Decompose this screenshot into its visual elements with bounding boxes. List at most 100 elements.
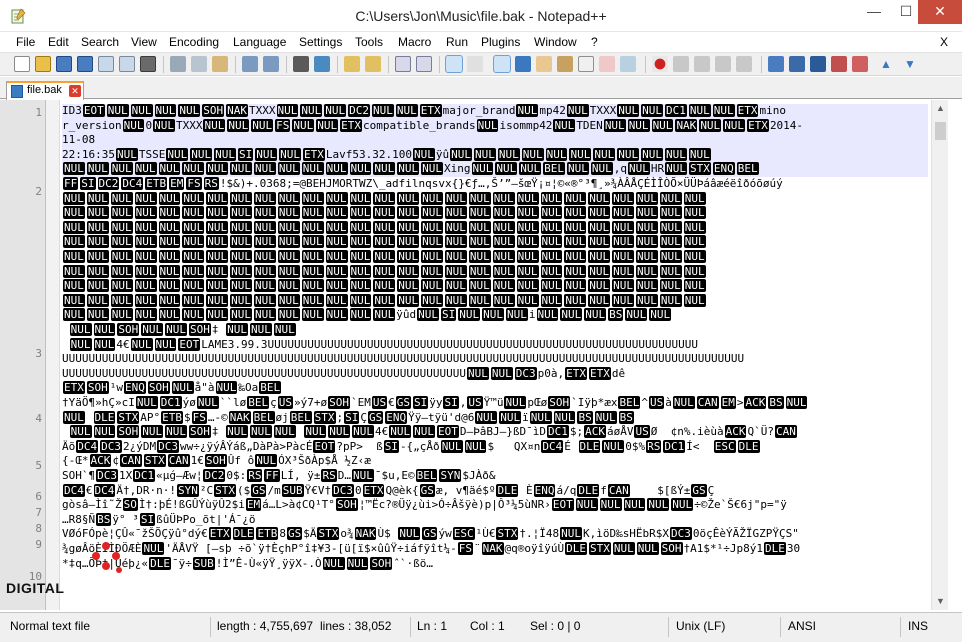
scroll-down-icon[interactable]: ▼ bbox=[932, 593, 949, 610]
minimize-button[interactable]: — bbox=[858, 0, 890, 24]
code-line[interactable]: 22:16:35 NUL TSSE NUL NUL NUL SI NUL NUL ETX Lavf5… bbox=[62, 147, 928, 163]
undo-icon[interactable] bbox=[242, 56, 258, 72]
code-line[interactable]: NUL NUL SOH NUL NUL SOH ‡ NUL NUL NUL NUL NUL NUL 4… bbox=[62, 425, 928, 440]
plugin-c-icon[interactable] bbox=[810, 56, 826, 72]
menu-edit[interactable]: Edit bbox=[48, 35, 69, 49]
save-macro-icon[interactable] bbox=[736, 56, 752, 72]
code-line[interactable]: r_version NUL 0 NUL TXXX NUL NUL NUL FS NUL NUL ETX… bbox=[62, 118, 928, 134]
scroll-thumb[interactable] bbox=[935, 122, 946, 140]
stop-macro-icon[interactable] bbox=[673, 56, 689, 72]
code-line[interactable]: 11-08 bbox=[62, 133, 928, 148]
code-line[interactable]: NUL NUL NUL NUL NUL NUL NUL NUL NUL NUL NUL NUL NUL N… bbox=[62, 220, 928, 236]
function-list-icon[interactable] bbox=[557, 56, 573, 72]
close-document-button[interactable]: X bbox=[940, 35, 948, 49]
code-line[interactable]: VØóFÓpè¦ÇÛ«¯žŠÕÇÿû°dý€ ETX DLE ETB 8 GS $Ä STX o… bbox=[62, 527, 928, 542]
monitoring-icon[interactable] bbox=[599, 56, 615, 72]
replace-icon[interactable] bbox=[314, 56, 330, 72]
zoom-in-icon[interactable] bbox=[344, 56, 360, 72]
save-icon[interactable] bbox=[56, 56, 72, 72]
menu-window[interactable]: Window bbox=[534, 35, 577, 49]
tab-close-icon[interactable]: ✕ bbox=[69, 85, 81, 97]
code-line[interactable]: NUL NUL NUL NUL NUL NUL NUL NUL NUL NUL NUL NUL NUL N… bbox=[62, 264, 928, 280]
code-line[interactable]: ETX SOH ¹w ENQ SOH NUL å"à NUL ‰Oa BEL bbox=[62, 381, 928, 396]
code-line[interactable]: NUL NUL 4€ NUL NUL EOT LAME3.99.3UUUUUUUUUUUUU… bbox=[62, 337, 928, 353]
plugin-b-icon[interactable] bbox=[789, 56, 805, 72]
fold-margin[interactable] bbox=[46, 100, 60, 610]
arrow-down-icon[interactable]: ▼ bbox=[902, 56, 918, 72]
play-macro-icon[interactable] bbox=[694, 56, 710, 72]
menu-run[interactable]: Run bbox=[446, 35, 468, 49]
scroll-up-icon[interactable]: ▲ bbox=[932, 100, 949, 117]
menu-plugins[interactable]: Plugins bbox=[481, 35, 520, 49]
code-line[interactable]: ID3 EOT NUL NUL NUL NUL SOH NAK TXXX NUL NUL NUL DC2… bbox=[62, 104, 928, 119]
zoom-out-icon[interactable] bbox=[365, 56, 381, 72]
code-line[interactable]: NUL DLE STX AP° ETB $ FS …-© NAK BEL øj BEL STX; SI Ç… bbox=[62, 410, 928, 426]
indent-guide-icon[interactable] bbox=[493, 55, 511, 73]
close-all-icon[interactable] bbox=[119, 56, 135, 72]
code-line[interactable]: gòsâ—Ìî˜Ž SO Ì†:þÉ!ßGÛÝùÿÛ2$i EM á…L>à¢CQ¹T°… bbox=[62, 498, 928, 513]
record-macro-icon[interactable] bbox=[652, 56, 668, 72]
sync-horizontal-icon[interactable] bbox=[416, 56, 432, 72]
doc-map-icon[interactable] bbox=[536, 56, 552, 72]
menu-tools[interactable]: Tools bbox=[355, 35, 383, 49]
menu-settings[interactable]: Settings bbox=[299, 35, 342, 49]
code-line[interactable]: NUL NUL NUL NUL NUL NUL NUL NUL NUL NUL NUL NUL NUL N… bbox=[62, 308, 928, 323]
code-line[interactable]: *‡q…ÕÞ‡|Ûéþ¿«DLE¯ÿ÷SUB!Ì”Ê-Ù«ÿŸ¸ÿÿX-.ÒNU… bbox=[62, 556, 928, 572]
code-line[interactable]: †YäÖ¶»hÇ»cI NUL DC1 ýø NUL ``lø BEL ç US »ý7+ø SOH… bbox=[62, 396, 928, 411]
menu-view[interactable]: View bbox=[131, 35, 157, 49]
code-line[interactable]: DC4 € DC4 Ä†,DR·n·! SYN ²C STX ($ GS/m SUB Ÿ€V† DC3… bbox=[62, 483, 928, 499]
new-file-icon[interactable] bbox=[14, 56, 30, 72]
menu-help[interactable]: ? bbox=[591, 35, 598, 49]
menu-macro[interactable]: Macro bbox=[398, 35, 431, 49]
code-line[interactable]: NUL NUL NUL NUL NUL NUL NUL NUL NUL NUL NUL NUL NUL N… bbox=[62, 279, 928, 294]
word-wrap-icon[interactable] bbox=[445, 55, 463, 73]
code-line[interactable]: NUL NUL SOH NUL NUL SOH ‡ NUL NUL NUL bbox=[62, 323, 928, 338]
code-line[interactable]: SOH`¶ DC3 1X DC1 «µǵ–Æw¦ DC2 0$: RS FF LÍ, ÿ± RS D…… bbox=[62, 469, 928, 484]
code-line[interactable]: NUL NUL NUL NUL NUL NUL NUL NUL NUL NUL NUL NUL NUL N… bbox=[62, 206, 928, 221]
watermark-text: DIGITAL bbox=[6, 580, 65, 596]
plugin-d-icon[interactable] bbox=[831, 56, 847, 72]
menu-search[interactable]: Search bbox=[81, 35, 119, 49]
cut-icon[interactable] bbox=[170, 56, 186, 72]
code-line[interactable]: NUL NUL NUL NUL NUL NUL NUL NUL NUL NUL NUL NUL NUL N… bbox=[62, 250, 928, 265]
show-all-chars-icon[interactable] bbox=[467, 56, 483, 72]
paste-icon[interactable] bbox=[212, 56, 228, 72]
folder-workspace-icon[interactable] bbox=[578, 56, 594, 72]
code-line[interactable]: NUL NUL NUL NUL NUL NUL NUL NUL NUL NUL NUL NUL NUL N… bbox=[62, 293, 928, 309]
text-area[interactable]: ID3 EOT NUL NUL NUL NUL SOH NAK TXXX NUL NUL NUL DC2… bbox=[62, 104, 928, 610]
close-window-button[interactable]: ✕ bbox=[918, 0, 962, 24]
control-char: SOH bbox=[189, 323, 211, 336]
find-icon[interactable] bbox=[293, 56, 309, 72]
run-macro-multiple-icon[interactable] bbox=[715, 56, 731, 72]
vertical-scrollbar[interactable]: ▲ ▼ bbox=[931, 100, 948, 610]
redo-icon[interactable] bbox=[263, 56, 279, 72]
tab-file-bak[interactable]: file.bak ✕ bbox=[6, 81, 84, 100]
copy-icon[interactable] bbox=[191, 56, 207, 72]
open-folder-icon[interactable] bbox=[35, 56, 51, 72]
eye-icon[interactable] bbox=[620, 56, 636, 72]
code-line[interactable]: NUL NUL NUL NUL NUL NUL NUL NUL NUL NUL NUL NUL NUL N… bbox=[62, 162, 928, 177]
editor[interactable]: 1 2 3 4 5 6 7 8 9 10 ID3 EOT NUL NUL NUL NUL S… bbox=[0, 100, 962, 610]
code-line[interactable]: FF SI DC2 DC4 ETB EM FS RS !$&)+.0368;=@BEHJMORT… bbox=[62, 177, 928, 192]
menu-file[interactable]: File bbox=[16, 35, 35, 49]
sync-vertical-icon[interactable] bbox=[395, 56, 411, 72]
code-line[interactable]: {-Œ* ACK ¢ CAN STX CAN 1€ SOH Ûf ô NUL ÓX³ŠðÀp$Å ½… bbox=[62, 454, 928, 469]
code-line[interactable]: UUUUUUUUUUUUUUUUUUUUUUUUUUUUUUUUUUUUUUUU… bbox=[62, 366, 928, 382]
menu-language[interactable]: Language bbox=[233, 35, 286, 49]
code-line[interactable]: …R8§Ñ BS ÿ° ³ SI ßûÜÞPo_õt|'Á¯¿ö bbox=[62, 512, 928, 528]
user-language-icon[interactable] bbox=[515, 56, 531, 72]
code-line[interactable]: UUUUUUUUUUUUUUUUUUUUUUUUUUUUUUUUUUUUUUUU… bbox=[62, 352, 928, 367]
print-icon[interactable] bbox=[140, 56, 156, 72]
code-line[interactable]: NUL NUL NUL NUL NUL NUL NUL NUL NUL NUL NUL NUL NUL N… bbox=[62, 191, 928, 207]
code-line[interactable]: NUL NUL NUL NUL NUL NUL NUL NUL NUL NUL NUL NUL NUL N… bbox=[62, 235, 928, 250]
close-file-icon[interactable] bbox=[98, 56, 114, 72]
code-line[interactable]: Äõ DC4 DC3 2¿ýDM DC3 ww÷¿ÿýÂÝáß„DàPà>PàcÉ EOT?… bbox=[62, 439, 928, 455]
plugin-e-icon[interactable] bbox=[852, 56, 868, 72]
code-line[interactable]: ¾gøÂöÈÍÌÐÖÆÈ NUL 'ÄÅVŸ [–sþ ÷õ`ÿ†ÈçhP°î‡¥3… bbox=[62, 542, 928, 557]
control-char: NUL bbox=[397, 250, 420, 263]
plugin-a-icon[interactable] bbox=[768, 56, 784, 72]
save-all-icon[interactable] bbox=[77, 56, 93, 72]
menu-encoding[interactable]: Encoding bbox=[169, 35, 219, 49]
control-char: NUL bbox=[623, 498, 646, 512]
arrow-up-icon[interactable]: ▲ bbox=[878, 56, 894, 72]
